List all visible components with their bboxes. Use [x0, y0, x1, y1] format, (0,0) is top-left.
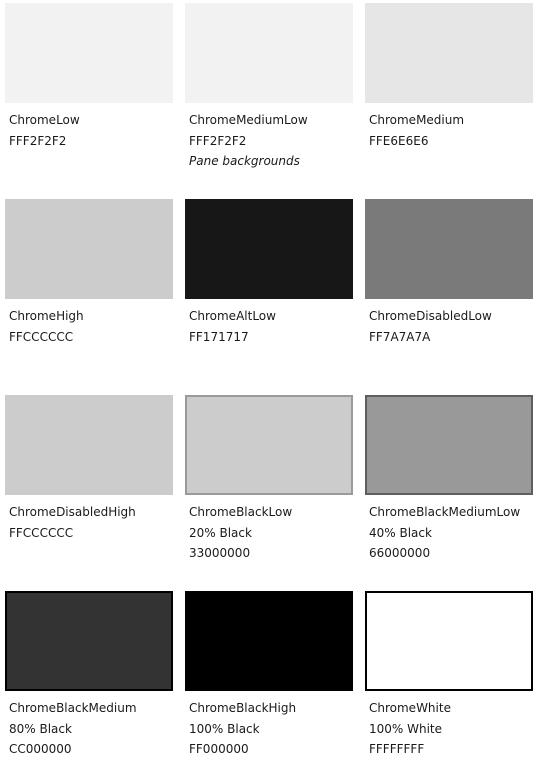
swatch-opacity: 40% Black [369, 525, 432, 540]
swatch-card-chromeblacklow: ChromeBlackLow 20% Black 33000000 [185, 395, 353, 564]
swatch-opacity: 20% Black [189, 525, 252, 540]
swatch-card-chromewhite: ChromeWhite 100% White FFFFFFFF [365, 591, 533, 760]
swatch-hex: FFCCCCCC [9, 525, 74, 540]
swatch-opacity: 100% White [369, 721, 443, 736]
swatch-name: ChromeHigh [9, 309, 84, 323]
swatch-hex: FFCCCCCC [9, 329, 74, 344]
color-swatch [365, 199, 533, 299]
swatch-info: ChromeAltLow FF171717 [185, 299, 353, 347]
swatch-card-chromeblackmediumlow: ChromeBlackMediumLow 40% Black 66000000 [365, 395, 533, 564]
color-swatch [5, 591, 173, 691]
swatch-card-chromemediumlow: ChromeMediumLow FFF2F2F2 Pane background… [185, 3, 353, 172]
swatch-name: ChromeMediumLow [189, 113, 308, 127]
swatch-hex: CC000000 [9, 742, 72, 756]
swatch-name: ChromeBlackLow [189, 505, 293, 519]
swatch-card-chromeblackhigh: ChromeBlackHigh 100% Black FF000000 [185, 591, 353, 760]
swatch-hex: FF171717 [189, 329, 249, 344]
swatch-hex: FFF2F2F2 [9, 133, 67, 148]
swatch-info: ChromeBlackMedium 80% Black CC000000 [5, 691, 173, 760]
swatch-info: ChromeMediumLow FFF2F2F2 Pane background… [185, 103, 353, 172]
swatch-opacity: 100% Black [189, 721, 260, 736]
color-swatch [185, 395, 353, 495]
color-swatch [185, 591, 353, 691]
swatch-hex: 33000000 [189, 546, 251, 560]
color-swatch [5, 199, 173, 299]
color-swatch [5, 3, 173, 103]
swatch-info: ChromeDisabledLow FF7A7A7A [365, 299, 533, 347]
swatch-info: ChromeDisabledHigh FFCCCCCC [5, 495, 173, 543]
swatch-name: ChromeWhite [369, 701, 451, 715]
swatch-info: ChromeBlackMediumLow 40% Black 66000000 [365, 495, 533, 564]
swatch-card-chromelow: ChromeLow FFF2F2F2 [5, 3, 173, 151]
swatch-opacity: 80% Black [9, 721, 72, 736]
swatch-name: ChromeLow [9, 113, 80, 127]
swatch-name: ChromeBlackMedium [9, 701, 137, 715]
swatch-info: ChromeBlackLow 20% Black 33000000 [185, 495, 353, 564]
swatch-hex: FF7A7A7A [369, 329, 431, 344]
swatch-name: ChromeBlackMediumLow [369, 505, 521, 519]
swatch-hex: 66000000 [369, 546, 431, 560]
swatch-name: ChromeMedium [369, 113, 465, 127]
swatch-info: ChromeLow FFF2F2F2 [5, 103, 173, 151]
swatch-info: ChromeBlackHigh 100% Black FF000000 [185, 691, 353, 760]
swatch-name: ChromeAltLow [189, 309, 276, 323]
swatch-hex: FFE6E6E6 [369, 133, 429, 148]
swatch-hex: FF000000 [189, 742, 249, 756]
swatch-info: ChromeMedium FFE6E6E6 [365, 103, 533, 151]
swatch-name: ChromeDisabledHigh [9, 505, 136, 519]
swatch-info: ChromeHigh FFCCCCCC [5, 299, 173, 347]
swatch-note: Pane backgrounds [189, 154, 300, 168]
swatch-card-chromedisabledlow: ChromeDisabledLow FF7A7A7A [365, 199, 533, 347]
swatch-card-chromehigh: ChromeHigh FFCCCCCC [5, 199, 173, 347]
color-swatch [5, 395, 173, 495]
swatch-card-chromealtlow: ChromeAltLow FF171717 [185, 199, 353, 347]
swatch-card-chromedisabledhigh: ChromeDisabledHigh FFCCCCCC [5, 395, 173, 543]
color-swatch [365, 3, 533, 103]
swatch-name: ChromeDisabledLow [369, 309, 492, 323]
swatch-card-chromemedium: ChromeMedium FFE6E6E6 [365, 3, 533, 151]
color-swatch [185, 199, 353, 299]
swatch-card-chromeblackmedium: ChromeBlackMedium 80% Black CC000000 [5, 591, 173, 760]
swatch-info: ChromeWhite 100% White FFFFFFFF [365, 691, 533, 760]
color-swatch [365, 591, 533, 691]
swatch-name: ChromeBlackHigh [189, 701, 297, 715]
swatch-hex: FFF2F2F2 [189, 133, 247, 148]
color-swatch [185, 3, 353, 103]
color-swatch [365, 395, 533, 495]
swatch-hex: FFFFFFFF [369, 742, 425, 756]
